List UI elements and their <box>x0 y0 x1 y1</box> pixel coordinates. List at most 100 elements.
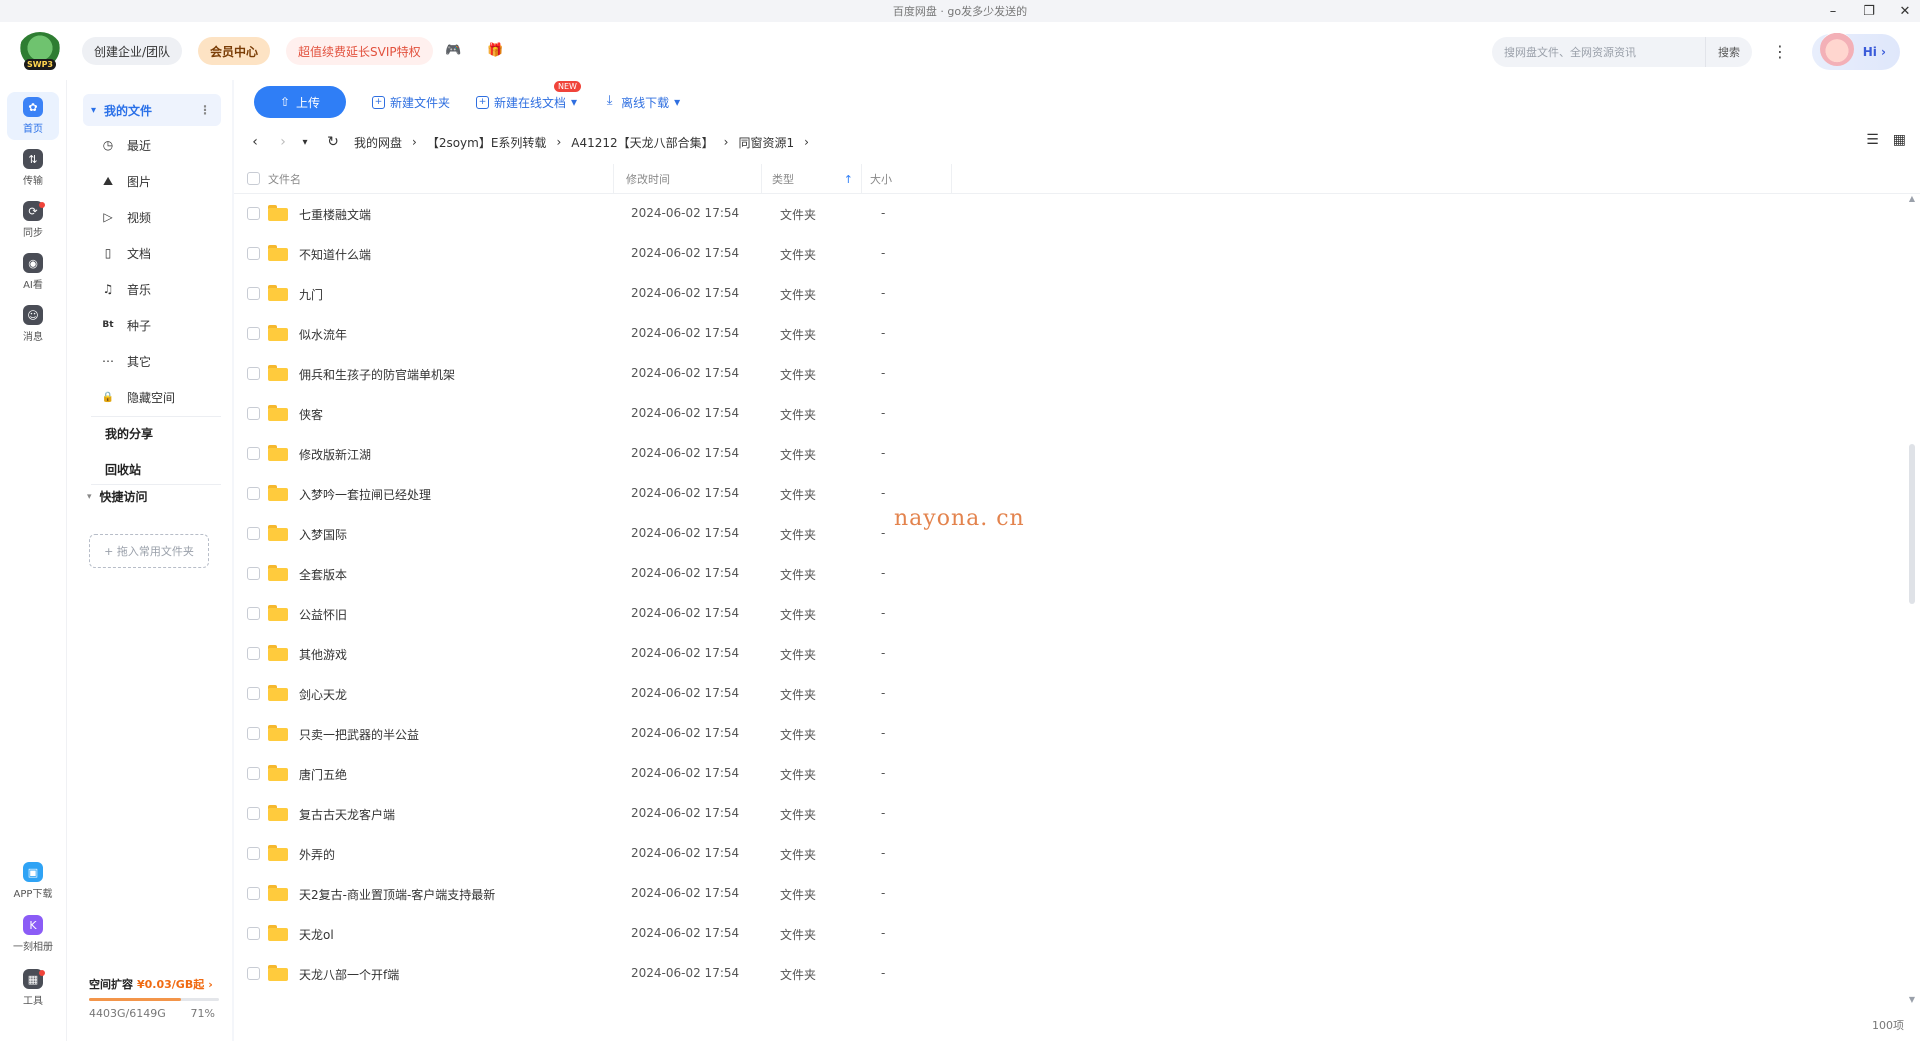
new-folder-button[interactable]: + 新建文件夹 <box>372 94 450 111</box>
table-row[interactable]: 佣兵和生孩子的防官端单机架 2024-06-02 17:54 文件夹 - <box>234 354 1894 394</box>
gift-icon[interactable]: 🎁 <box>487 44 503 58</box>
grid-view-icon[interactable]: ▦ <box>1893 132 1906 148</box>
table-row[interactable]: 公益怀旧 2024-06-02 17:54 文件夹 - <box>234 594 1894 634</box>
table-row[interactable]: 只卖一把武器的半公益 2024-06-02 17:54 文件夹 - <box>234 714 1894 754</box>
sidebar-item-images[interactable]: ⛰ 图片 <box>101 166 151 196</box>
search-input[interactable]: 搜网盘文件、全网资源资讯 搜索 <box>1492 37 1752 67</box>
row-checkbox[interactable] <box>247 727 260 740</box>
rail-item-tools[interactable]: ▦ 工具 <box>7 964 59 1012</box>
table-row[interactable]: 修改版新江湖 2024-06-02 17:54 文件夹 - <box>234 434 1894 474</box>
file-name[interactable]: 入梦吟一套拉闸已经处理 <box>299 486 431 503</box>
file-name[interactable]: 其他游戏 <box>299 646 347 663</box>
rail-item-home[interactable]: ✿ 首页 <box>7 92 59 140</box>
file-name[interactable]: 只卖一把武器的半公益 <box>299 726 419 743</box>
row-checkbox[interactable] <box>247 207 260 220</box>
sidebar-item-recycle-bin[interactable]: 回收站 <box>105 454 141 484</box>
table-row[interactable]: 入梦国际 2024-06-02 17:54 文件夹 - <box>234 514 1894 554</box>
app-logo[interactable]: SWP3 <box>18 32 62 72</box>
sidebar-item-recent[interactable]: ◷ 最近 <box>101 130 151 160</box>
sidebar-item-docs[interactable]: ▯ 文档 <box>101 238 151 268</box>
column-time[interactable]: 修改时间 <box>614 164 762 194</box>
row-checkbox[interactable] <box>247 487 260 500</box>
row-checkbox[interactable] <box>247 407 260 420</box>
table-row[interactable]: 其他游戏 2024-06-02 17:54 文件夹 - <box>234 634 1894 674</box>
row-checkbox[interactable] <box>247 687 260 700</box>
scrollbar[interactable]: ▲ ▼ <box>1908 194 1916 1004</box>
row-checkbox[interactable] <box>247 607 260 620</box>
rail-item-ai[interactable]: ◉ AI看 <box>7 248 59 296</box>
table-row[interactable]: 天龙ol 2024-06-02 17:54 文件夹 - <box>234 914 1894 954</box>
sort-list-icon[interactable]: ☰ <box>1866 132 1879 148</box>
table-row[interactable]: 天龙八部一个开f端 2024-06-02 17:54 文件夹 - <box>234 954 1894 994</box>
new-online-doc-button[interactable]: + 新建在线文档 ▾ NEW <box>476 80 581 111</box>
kebab-icon[interactable]: ⋮ <box>199 103 211 117</box>
offline-download-button[interactable]: ⤓ 离线下载 ▾ <box>603 94 680 111</box>
row-checkbox[interactable] <box>247 247 260 260</box>
sidebar-item-other[interactable]: ⋯ 其它 <box>101 346 151 376</box>
upload-button[interactable]: ⇧ 上传 <box>254 86 346 118</box>
minimize-icon[interactable]: – <box>1826 4 1840 19</box>
table-row[interactable]: 似水流年 2024-06-02 17:54 文件夹 - <box>234 314 1894 354</box>
breadcrumb-item[interactable]: A41212【天龙八部合集】 <box>571 134 713 151</box>
table-row[interactable]: 不知道什么端 2024-06-02 17:54 文件夹 - <box>234 234 1894 274</box>
rail-item-messages[interactable]: ☺ 消息 <box>7 300 59 348</box>
file-name[interactable]: 全套版本 <box>299 566 347 583</box>
breadcrumb-item[interactable]: 同窗资源1 <box>738 134 794 151</box>
column-size[interactable]: 大小 <box>862 164 952 194</box>
table-row[interactable]: 全套版本 2024-06-02 17:54 文件夹 - <box>234 554 1894 594</box>
file-name[interactable]: 外弄的 <box>299 846 335 863</box>
row-checkbox[interactable] <box>247 367 260 380</box>
file-name[interactable]: 修改版新江湖 <box>299 446 371 463</box>
row-checkbox[interactable] <box>247 647 260 660</box>
avatar[interactable] <box>1820 32 1854 66</box>
game-icon[interactable]: 🎮 <box>445 44 461 58</box>
breadcrumb-item[interactable]: 我的网盘 <box>354 134 402 151</box>
rail-item-transfer[interactable]: ⇅ 传输 <box>7 144 59 192</box>
row-checkbox[interactable] <box>247 847 260 860</box>
scroll-down-icon[interactable]: ▼ <box>1908 995 1916 1004</box>
back-icon[interactable]: ‹ <box>248 134 262 150</box>
vip-center-button[interactable]: 会员中心 <box>198 37 271 65</box>
file-name[interactable]: 剑心天龙 <box>299 686 347 703</box>
svip-renew-button[interactable]: 超值续费延长SVIP特权 <box>286 37 433 65</box>
sidebar-item-my-share[interactable]: 我的分享 <box>105 418 153 448</box>
rail-item-sync[interactable]: ⟳ 同步 <box>7 196 59 244</box>
column-name[interactable]: 文件名 <box>268 164 614 194</box>
refresh-icon[interactable]: ↻ <box>326 134 340 150</box>
quick-access-header[interactable]: ▾ 快捷访问 <box>87 488 148 505</box>
file-name[interactable]: 入梦国际 <box>299 526 347 543</box>
file-name[interactable]: 佣兵和生孩子的防官端单机架 <box>299 366 455 383</box>
sidebar-item-my-files[interactable]: ▾ 我的文件 ⋮ <box>83 94 221 126</box>
file-name[interactable]: 似水流年 <box>299 326 347 343</box>
file-name[interactable]: 复古古天龙客户端 <box>299 806 395 823</box>
breadcrumb-item[interactable]: 【2soym】E系列转载 <box>427 134 547 151</box>
select-all-checkbox[interactable] <box>247 172 260 185</box>
row-checkbox[interactable] <box>247 567 260 580</box>
sidebar-item-music[interactable]: ♫ 音乐 <box>101 274 151 304</box>
file-name[interactable]: 天2复古-商业置顶端-客户端支持最新 <box>299 886 495 903</box>
scrollbar-thumb[interactable] <box>1909 444 1915 604</box>
file-name[interactable]: 天龙ol <box>299 926 334 943</box>
file-name[interactable]: 唐门五绝 <box>299 766 347 783</box>
storage-quota[interactable]: 空间扩容 ¥0.03/GB起 › 4403G/6149G 71% <box>89 976 229 1020</box>
sidebar-item-torrents[interactable]: Bt 种子 <box>101 310 151 340</box>
table-row[interactable]: 侠客 2024-06-02 17:54 文件夹 - <box>234 394 1894 434</box>
scroll-up-icon[interactable]: ▲ <box>1908 194 1916 203</box>
file-name[interactable]: 九门 <box>299 286 323 303</box>
more-menu-icon[interactable]: ⋮ <box>1770 42 1790 62</box>
sidebar-item-videos[interactable]: ▷ 视频 <box>101 202 151 232</box>
history-dropdown-icon[interactable]: ▾ <box>298 137 312 148</box>
column-type[interactable]: 类型 ↑ <box>762 164 862 194</box>
table-row[interactable]: 剑心天龙 2024-06-02 17:54 文件夹 - <box>234 674 1894 714</box>
rail-item-app-download[interactable]: ▣ APP下载 <box>7 857 59 905</box>
row-checkbox[interactable] <box>247 887 260 900</box>
table-row[interactable]: 九门 2024-06-02 17:54 文件夹 - <box>234 274 1894 314</box>
table-row[interactable]: 七重楼融文端 2024-06-02 17:54 文件夹 - <box>234 194 1894 234</box>
rail-item-album[interactable]: K 一刻相册 <box>7 910 59 958</box>
row-checkbox[interactable] <box>247 527 260 540</box>
table-row[interactable]: 入梦吟一套拉闸已经处理 2024-06-02 17:54 文件夹 - <box>234 474 1894 514</box>
table-row[interactable]: 唐门五绝 2024-06-02 17:54 文件夹 - <box>234 754 1894 794</box>
search-button[interactable]: 搜索 <box>1705 37 1752 67</box>
row-checkbox[interactable] <box>247 327 260 340</box>
row-checkbox[interactable] <box>247 927 260 940</box>
